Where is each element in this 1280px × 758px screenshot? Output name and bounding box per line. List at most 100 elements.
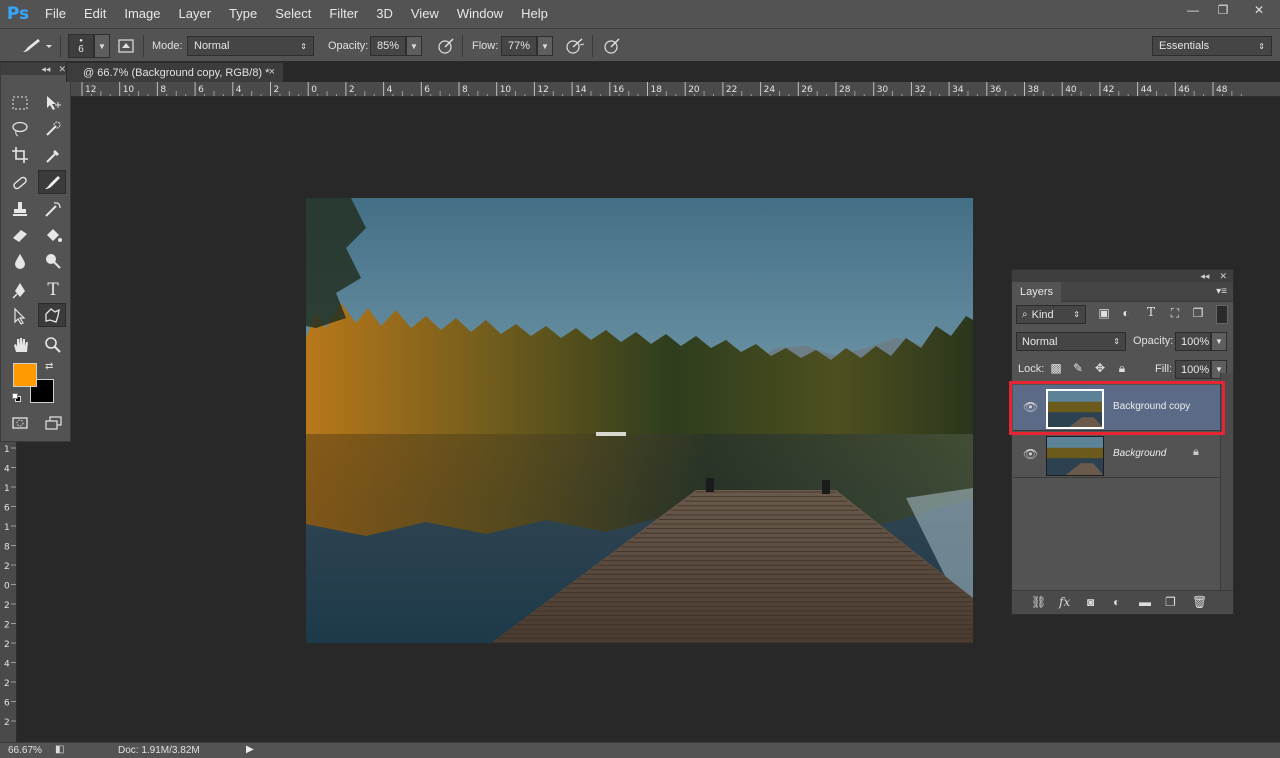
- new-group-icon[interactable]: ▬: [1139, 595, 1151, 609]
- layer-row-background[interactable]: 👁︎ Background 🔒︎: [1013, 432, 1220, 478]
- screen-mode-button[interactable]: [39, 411, 67, 435]
- minimize-button[interactable]: —: [1178, 0, 1208, 20]
- eyedropper-tool[interactable]: [39, 143, 67, 167]
- panel-menu-icon[interactable]: ▾≡: [1216, 286, 1227, 297]
- collapse-icon[interactable]: ◂◂: [1200, 271, 1209, 282]
- pen-tool[interactable]: [6, 278, 34, 302]
- clone-stamp-tool[interactable]: [6, 197, 34, 221]
- foreground-color-swatch[interactable]: [13, 363, 37, 387]
- new-layer-icon[interactable]: ❐: [1165, 595, 1176, 609]
- brush-panel-toggle[interactable]: [116, 36, 136, 56]
- photoshop-window: Ps File Edit Image Layer Type Select Fil…: [0, 0, 1280, 758]
- flow-input[interactable]: 77%: [501, 36, 537, 56]
- menu-type[interactable]: Type: [220, 0, 266, 28]
- menu-file[interactable]: File: [36, 0, 75, 28]
- layer-filter-select[interactable]: ⌕ Kind ⇕: [1016, 305, 1086, 324]
- menu-3d[interactable]: 3D: [367, 0, 402, 28]
- layer-name[interactable]: Background: [1113, 448, 1166, 459]
- lasso-icon: [12, 121, 28, 137]
- adjustment-filter-icon[interactable]: ◐: [1118, 306, 1134, 320]
- fx-icon[interactable]: fx: [1059, 595, 1070, 609]
- layer-opacity-dropdown[interactable]: ▼: [1211, 332, 1227, 351]
- restore-button[interactable]: ❐: [1208, 0, 1238, 20]
- airbrush-button[interactable]: [564, 36, 586, 56]
- opacity-input[interactable]: 85%: [370, 36, 406, 56]
- move-tool[interactable]: [39, 91, 67, 115]
- document-tab[interactable]: @ 66.7% (Background copy, RGB/8) * ×: [66, 62, 284, 82]
- dodge-tool[interactable]: [39, 249, 67, 273]
- opacity-slider-dropdown[interactable]: ▼: [406, 36, 422, 56]
- type-filter-icon[interactable]: T: [1143, 305, 1159, 319]
- visibility-eye-icon[interactable]: 👁︎: [1023, 447, 1038, 461]
- link-layers-icon[interactable]: ⛓︎: [1031, 595, 1046, 609]
- path-selection-tool[interactable]: [6, 304, 34, 328]
- brush-size-dropdown[interactable]: ▼: [94, 34, 110, 58]
- lasso-tool[interactable]: [6, 117, 34, 141]
- collapse-icon[interactable]: ◂◂: [41, 64, 50, 75]
- lock-label: Lock:: [1018, 363, 1045, 375]
- quick-selection-icon: [46, 121, 61, 136]
- zoom-preview-icon[interactable]: ◧: [55, 744, 64, 755]
- healing-brush-tool[interactable]: [6, 171, 34, 195]
- fill-input[interactable]: 100%: [1175, 360, 1211, 379]
- flow-control[interactable]: 77% ▼: [501, 36, 553, 56]
- crop-tool[interactable]: [6, 143, 34, 167]
- flow-slider-dropdown[interactable]: ▼: [537, 36, 553, 56]
- menu-edit[interactable]: Edit: [75, 0, 115, 28]
- mode-select[interactable]: Normal ⇕: [187, 36, 314, 56]
- blend-mode-select[interactable]: Normal ⇕: [1016, 332, 1126, 351]
- close-window-button[interactable]: ✕: [1238, 0, 1280, 20]
- paint-bucket-tool[interactable]: [39, 223, 67, 247]
- delete-layer-icon[interactable]: 🗑︎: [1192, 595, 1207, 609]
- document-image[interactable]: [306, 198, 973, 643]
- custom-shape-tool[interactable]: [38, 303, 66, 327]
- pressure-size-button[interactable]: [602, 36, 622, 56]
- menu-filter[interactable]: Filter: [320, 0, 367, 28]
- marquee-tool[interactable]: [6, 91, 34, 115]
- close-icon[interactable]: ✕: [1219, 271, 1227, 282]
- default-colors-icon[interactable]: [12, 393, 22, 403]
- menu-window[interactable]: Window: [448, 0, 512, 28]
- type-tool[interactable]: T: [39, 278, 67, 302]
- menu-layer[interactable]: Layer: [170, 0, 221, 28]
- blur-tool[interactable]: [6, 249, 34, 273]
- shape-filter-icon[interactable]: ⛶: [1167, 306, 1183, 321]
- brush-preset-picker[interactable]: [18, 36, 52, 56]
- brush-size-picker[interactable]: ● 6 ▼: [68, 34, 110, 58]
- layer-opacity-input[interactable]: 100%: [1175, 332, 1211, 351]
- close-icon[interactable]: ✕: [58, 64, 66, 75]
- add-mask-icon[interactable]: ◙: [1087, 595, 1094, 609]
- lock-all-icon[interactable]: 🔒︎: [1114, 361, 1130, 376]
- pressure-opacity-button[interactable]: [436, 36, 456, 56]
- quick-selection-tool[interactable]: [39, 117, 67, 141]
- brush-tool[interactable]: [38, 170, 66, 194]
- zoom-level[interactable]: 66.67%: [0, 745, 50, 756]
- menu-select[interactable]: Select: [266, 0, 320, 28]
- ruler-vertical[interactable]: 1 4 1 6 1 8 2 0 2 2 2 4 2 6 2: [0, 442, 17, 742]
- dodge-icon: [46, 254, 61, 269]
- window-controls: — ❐ ✕: [1178, 0, 1280, 20]
- status-menu-arrow-icon[interactable]: ▶: [246, 744, 254, 755]
- swap-colors-icon[interactable]: ⇄: [45, 361, 53, 372]
- marquee-icon: [12, 96, 28, 110]
- tab-layers[interactable]: Layers: [1012, 282, 1062, 302]
- opacity-control[interactable]: 85% ▼: [370, 36, 422, 56]
- zoom-tool[interactable]: [39, 333, 67, 357]
- lock-position-icon[interactable]: ✥: [1092, 361, 1108, 375]
- ruler-horizontal[interactable]: 12 10 8 6 4 2 0 2 4 6 8 10 12 14 16 18 20 22 24 26 28 30 32 34 3…: [66, 82, 1280, 97]
- lock-image-pixels-icon[interactable]: ✎: [1070, 361, 1086, 375]
- menu-image[interactable]: Image: [115, 0, 169, 28]
- history-brush-tool[interactable]: [39, 197, 67, 221]
- pixel-filter-icon[interactable]: ▣: [1096, 306, 1112, 320]
- filter-toggle-switch[interactable]: [1216, 305, 1228, 324]
- adjustment-layer-icon[interactable]: ◐: [1113, 595, 1120, 609]
- close-tab-icon[interactable]: ×: [269, 66, 275, 78]
- quick-mask-button[interactable]: [6, 411, 34, 435]
- menu-help[interactable]: Help: [512, 0, 557, 28]
- workspace-select[interactable]: Essentials ⇕: [1152, 36, 1272, 56]
- lock-transparent-pixels-icon[interactable]: ▩: [1048, 361, 1064, 375]
- menu-view[interactable]: View: [402, 0, 448, 28]
- eraser-tool[interactable]: [6, 223, 34, 247]
- hand-tool[interactable]: [6, 333, 34, 357]
- smart-object-filter-icon[interactable]: ❒: [1190, 306, 1206, 320]
